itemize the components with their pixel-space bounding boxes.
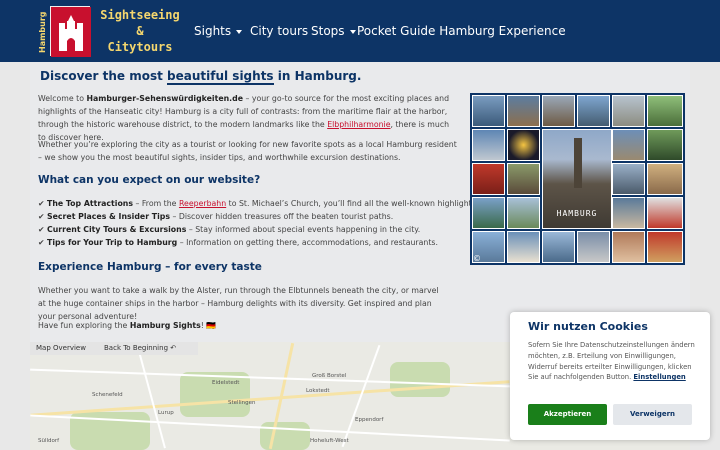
hamburg-photo-collage[interactable]: HAMBURG © [470,93,685,265]
page-title: Discover the most beautiful sights in Ha… [40,69,362,85]
site-logo[interactable]: Hamburg Sightseeing & Citytours [36,4,186,58]
logo-line2: & [136,24,144,38]
check-icon: ✔ [38,212,45,221]
nav-pocket-guide[interactable]: Pocket Guide Hamburg Experience [357,24,566,38]
collage-main-photo-town-hall: HAMBURG [542,129,612,229]
map-place-label: Sülldorf [38,438,60,444]
closing-text: ! 🇩🇪 [200,321,217,330]
map-park [390,362,450,397]
collage-photo [472,129,505,161]
map-place-label: Lurup [158,410,174,416]
intro-paragraph: Welcome to Hamburger-Sehenswürdigkeiten.… [38,92,458,144]
list-item: ✔ Secret Places & Insider Tips – Discove… [38,212,393,221]
collage-photo [647,231,683,263]
title-part: Discover the most [40,69,168,83]
list-item: ✔ Tips for Your Trip to Hamburg – Inform… [38,238,438,247]
collage-label: HAMBURG [556,209,598,218]
map-place-label: Eidelstedt [212,380,240,386]
map-place-label: Lokstedt [306,388,330,394]
nav-sights-dropdown[interactable]: Sights [194,24,243,38]
collage-photo [577,231,610,263]
accept-cookies-button[interactable]: Akzeptieren [528,404,607,425]
caret-down-icon [236,29,243,34]
collage-photo [612,129,645,161]
map-place-label: Groß Borstel [312,373,347,379]
list-item-text: – Stay informed about special events hap… [186,225,421,234]
cookie-consent-dialog: Wir nutzen Cookies Sofern Sie Ihre Daten… [510,312,710,440]
map-road [30,380,510,417]
check-icon: ✔ [38,199,45,208]
elbphilharmonie-link[interactable]: Elbphilharmonie [327,120,390,129]
title-highlight: beautiful sights [167,69,274,85]
collage-photo [612,197,645,229]
audience-paragraph: Whether you’re exploring the city as a t… [38,140,457,162]
list-item-title: Current City Tours & Excursions [47,225,187,234]
title-part: in Hamburg. [273,69,362,83]
nav-stops-label: Stops [311,24,345,38]
caret-down-icon [349,29,356,34]
check-icon: ✔ [38,238,45,247]
site-name: Hamburger-Sehenswürdigkeiten.de [86,94,243,103]
closing-paragraph: Have fun exploring the Hamburg Sights! 🇩… [38,319,458,332]
collage-photo [507,129,540,161]
list-item-title: Tips for Your Trip to Hamburg [47,238,178,247]
logo-line3: Citytours [107,40,173,54]
collage-photo [612,163,645,195]
closing-bold: Hamburg Sights [129,321,201,330]
collage-photo [647,197,683,229]
town-hall-tower [574,138,582,188]
list-item-text: to St. Michael’s Church, you’ll find all… [226,199,499,208]
section-heading-experience: Experience Hamburg – for every taste [38,261,262,273]
collage-photo [507,95,540,127]
map-park [180,372,250,417]
list-item-title: The Top Attractions [47,199,134,208]
collage-photo [507,197,540,229]
collage-photo [542,95,575,127]
collage-photo [542,231,575,263]
collage-photo [507,163,540,195]
back-to-beginning-button[interactable]: Back To Beginning ↶ [104,342,176,355]
map-place-label: Eppendorf [355,417,384,423]
map-overview-button[interactable]: Map Overview [36,342,86,355]
collage-photo [647,95,683,127]
map-place-label: Hoheluft-West [310,438,349,444]
collage-photo [472,197,505,229]
collage-photo [472,95,505,127]
cookie-text: Sofern Sie Ihre Datenschutzeinstellungen… [528,340,698,383]
cookie-settings-link[interactable]: Einstellungen [633,373,685,381]
collage-photo [647,163,683,195]
check-icon: ✔ [38,225,45,234]
map-place-label: Schenefeld [92,392,123,398]
collage-photo [577,95,610,127]
collage-photo [612,95,645,127]
section-heading-expect: What can you expect on our website? [38,174,261,186]
copyright-icon: © [473,254,481,263]
collage-photo [472,163,505,195]
collage-photo [507,231,540,263]
reeperbahn-link[interactable]: Reeperbahn [179,199,226,208]
nav-sights-label: Sights [194,24,232,38]
list-item-text: – From the [133,199,179,208]
list-item-text: – Discover hidden treasures off the beat… [169,212,394,221]
closing-text: Have fun exploring the [38,321,130,330]
intro-text: Welcome to [38,94,87,103]
top-navbar: Hamburg Sightseeing & Citytours Sights C… [0,0,720,62]
cookie-title: Wir nutzen Cookies [528,320,648,333]
nav-city-tours[interactable]: City tours [250,24,308,38]
collage-photo [647,129,683,161]
experience-paragraph: Whether you want to take a walk by the A… [38,286,439,321]
list-item-text: – Information on getting there, accommod… [177,238,438,247]
logo-text: Sightseeing & Citytours [94,7,186,55]
list-item: ✔ The Top Attractions – From the Reeperb… [38,199,498,208]
list-item: ✔ Current City Tours & Excursions – Stay… [38,225,420,234]
list-item-title: Secret Places & Insider Tips [47,212,170,221]
hamburg-crest-icon [50,6,91,57]
nav-stops-dropdown[interactable]: Stops [311,24,356,38]
logo-vertical-text: Hamburg [38,11,47,53]
reject-cookies-button[interactable]: Verweigern [613,404,692,425]
logo-line1: Sightseeing [100,8,180,22]
map-place-label: Stellingen [228,400,256,406]
collage-photo [612,231,645,263]
